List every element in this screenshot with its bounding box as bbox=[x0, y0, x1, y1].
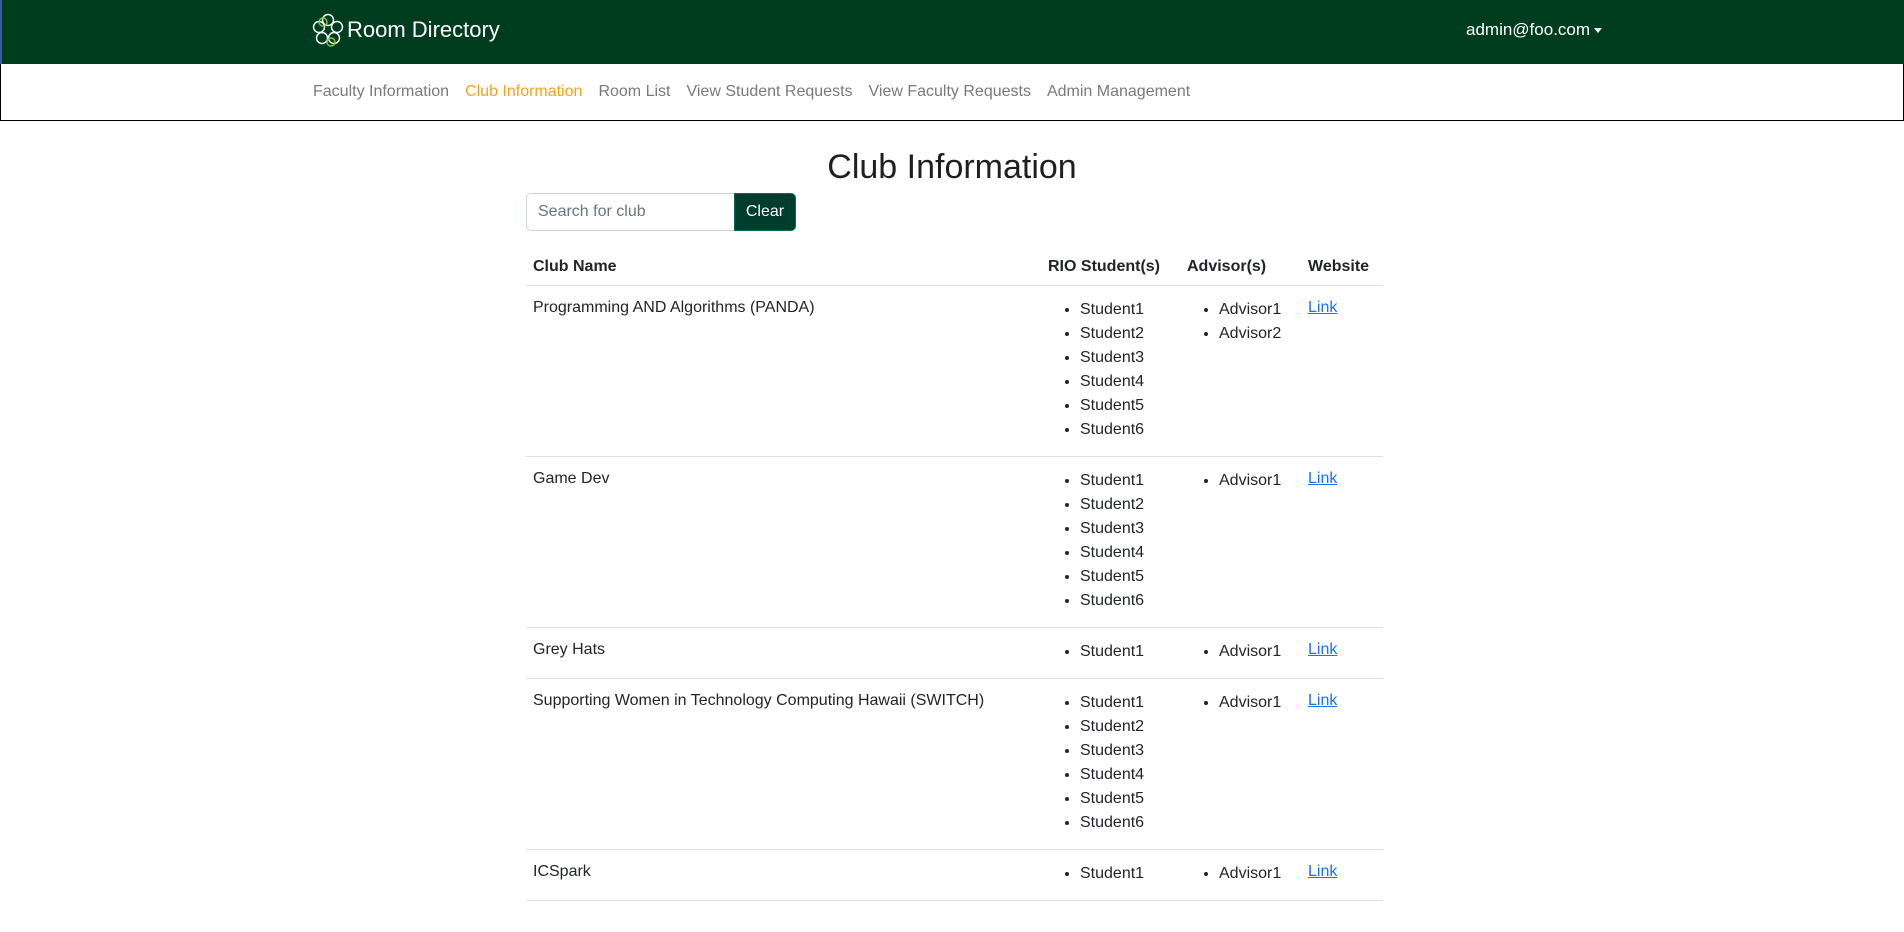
students-cell: Student1Student2Student3Student4Student5… bbox=[1041, 678, 1180, 850]
student-item: Student6 bbox=[1080, 811, 1173, 835]
nav-link-view-faculty-requests[interactable]: View Faculty Requests bbox=[869, 83, 1031, 101]
club-name-cell: Game Dev bbox=[526, 456, 1041, 628]
advisors-cell: Advisor1 bbox=[1180, 456, 1301, 628]
advisors-list: Advisor1 bbox=[1187, 469, 1294, 493]
user-dropdown[interactable]: admin@foo.com bbox=[1466, 20, 1603, 40]
brand-title: Room Directory bbox=[347, 17, 500, 42]
user-email: admin@foo.com bbox=[1466, 20, 1591, 39]
website-link[interactable]: Link bbox=[1308, 863, 1337, 880]
nav-link-room-list[interactable]: Room List bbox=[598, 83, 670, 101]
club-rows: Programming AND Algorithms (PANDA) Studen… bbox=[526, 285, 1383, 901]
advisor-item: Advisor1 bbox=[1219, 691, 1294, 715]
table-row: Programming AND Algorithms (PANDA) Studen… bbox=[526, 285, 1383, 457]
student-item: Student2 bbox=[1080, 322, 1173, 346]
website-link[interactable]: Link bbox=[1308, 641, 1337, 658]
student-item: Student1 bbox=[1080, 640, 1173, 664]
students-cell: Student1Student2Student3Student4Student5… bbox=[1041, 456, 1180, 628]
brand[interactable]: Room Directory bbox=[311, 12, 500, 48]
advisors-list: Advisor1 bbox=[1187, 862, 1294, 886]
student-item: Student2 bbox=[1080, 715, 1173, 739]
student-item: Student2 bbox=[1080, 493, 1173, 517]
advisor-item: Advisor1 bbox=[1219, 469, 1294, 493]
nav-link-faculty-information[interactable]: Faculty Information bbox=[313, 83, 449, 101]
header-advisors: Advisor(s) bbox=[1180, 252, 1301, 286]
advisors-cell: Advisor1 bbox=[1180, 627, 1301, 679]
club-name: Game Dev bbox=[533, 470, 610, 487]
advisors-list: Advisor1Advisor2 bbox=[1187, 298, 1294, 346]
students-cell: Student1 bbox=[1041, 849, 1180, 901]
table-row: Game Dev Student1Student2Student3Student4… bbox=[526, 456, 1383, 628]
student-item: Student5 bbox=[1080, 787, 1173, 811]
advisors-cell: Advisor1 bbox=[1180, 678, 1301, 850]
student-item: Student1 bbox=[1080, 862, 1173, 886]
club-name-cell: Grey Hats bbox=[526, 627, 1041, 679]
student-item: Student3 bbox=[1080, 517, 1173, 541]
search-input[interactable] bbox=[526, 193, 734, 231]
page-title: Club Information bbox=[827, 148, 1077, 186]
students-cell: Student1Student2Student3Student4Student5… bbox=[1041, 285, 1180, 457]
table-row: Grey Hats Student1 Advisor1 Link bbox=[526, 627, 1383, 679]
club-name: Programming AND Algorithms (PANDA) bbox=[533, 299, 815, 316]
advisor-item: Advisor1 bbox=[1219, 862, 1294, 886]
club-name: Supporting Women in Technology Computing… bbox=[533, 692, 985, 709]
advisor-item: Advisor2 bbox=[1219, 322, 1294, 346]
student-item: Student3 bbox=[1080, 346, 1173, 370]
students-list: Student1 bbox=[1048, 862, 1173, 886]
nav-link-admin-management[interactable]: Admin Management bbox=[1047, 83, 1190, 101]
club-name-cell: ICSpark bbox=[526, 849, 1041, 901]
advisor-item: Advisor1 bbox=[1219, 298, 1294, 322]
website-cell: Link bbox=[1301, 456, 1383, 628]
student-item: Student4 bbox=[1080, 541, 1173, 565]
nav-links: Faculty Information Club Information Room … bbox=[313, 83, 1206, 101]
website-link[interactable]: Link bbox=[1308, 692, 1337, 709]
student-item: Student5 bbox=[1080, 565, 1173, 589]
student-item: Student6 bbox=[1080, 418, 1173, 442]
club-table: Club Name RIO Student(s) Advisor(s) Webs… bbox=[526, 252, 1383, 901]
club-name: Grey Hats bbox=[533, 641, 606, 658]
search-group: Clear bbox=[526, 193, 796, 231]
student-item: Student4 bbox=[1080, 370, 1173, 394]
logo-icon bbox=[312, 13, 344, 47]
website-cell: Link bbox=[1301, 285, 1383, 457]
table-row: ICSpark Student1 Advisor1 Link bbox=[526, 849, 1383, 901]
advisors-cell: Advisor1Advisor2 bbox=[1180, 285, 1301, 457]
student-item: Student1 bbox=[1080, 469, 1173, 493]
student-item: Student3 bbox=[1080, 739, 1173, 763]
students-list: Student1Student2Student3Student4Student5… bbox=[1048, 469, 1173, 613]
caret-down-icon bbox=[1594, 28, 1603, 33]
advisors-list: Advisor1 bbox=[1187, 640, 1294, 664]
club-name: ICSpark bbox=[533, 863, 591, 880]
student-item: Student4 bbox=[1080, 763, 1173, 787]
clear-button[interactable]: Clear bbox=[734, 193, 796, 231]
student-item: Student5 bbox=[1080, 394, 1173, 418]
students-list: Student1Student2Student3Student4Student5… bbox=[1048, 298, 1173, 442]
website-cell: Link bbox=[1301, 849, 1383, 901]
top-navbar: Room Directory admin@foo.com bbox=[0, 0, 1904, 64]
header-club-name: Club Name bbox=[526, 252, 1041, 286]
students-list: Student1Student2Student3Student4Student5… bbox=[1048, 691, 1173, 835]
student-item: Student1 bbox=[1080, 691, 1173, 715]
students-list: Student1 bbox=[1048, 640, 1173, 664]
header-rio-students: RIO Student(s) bbox=[1041, 252, 1180, 286]
header-website: Website bbox=[1301, 252, 1383, 286]
club-name-cell: Supporting Women in Technology Computing… bbox=[526, 678, 1041, 850]
website-cell: Link bbox=[1301, 627, 1383, 679]
website-link[interactable]: Link bbox=[1308, 470, 1337, 487]
advisors-list: Advisor1 bbox=[1187, 691, 1294, 715]
advisors-cell: Advisor1 bbox=[1180, 849, 1301, 901]
students-cell: Student1 bbox=[1041, 627, 1180, 679]
nav-link-view-student-requests[interactable]: View Student Requests bbox=[686, 83, 852, 101]
table-row: Supporting Women in Technology Computing… bbox=[526, 678, 1383, 850]
advisor-item: Advisor1 bbox=[1219, 640, 1294, 664]
club-name-cell: Programming AND Algorithms (PANDA) bbox=[526, 285, 1041, 457]
website-cell: Link bbox=[1301, 678, 1383, 850]
table-header-row: Club Name RIO Student(s) Advisor(s) Webs… bbox=[526, 252, 1383, 286]
student-item: Student6 bbox=[1080, 589, 1173, 613]
nav-link-club-information[interactable]: Club Information bbox=[465, 83, 582, 101]
website-link[interactable]: Link bbox=[1308, 299, 1337, 316]
secondary-navbar: Faculty Information Club Information Room … bbox=[0, 64, 1904, 121]
student-item: Student1 bbox=[1080, 298, 1173, 322]
